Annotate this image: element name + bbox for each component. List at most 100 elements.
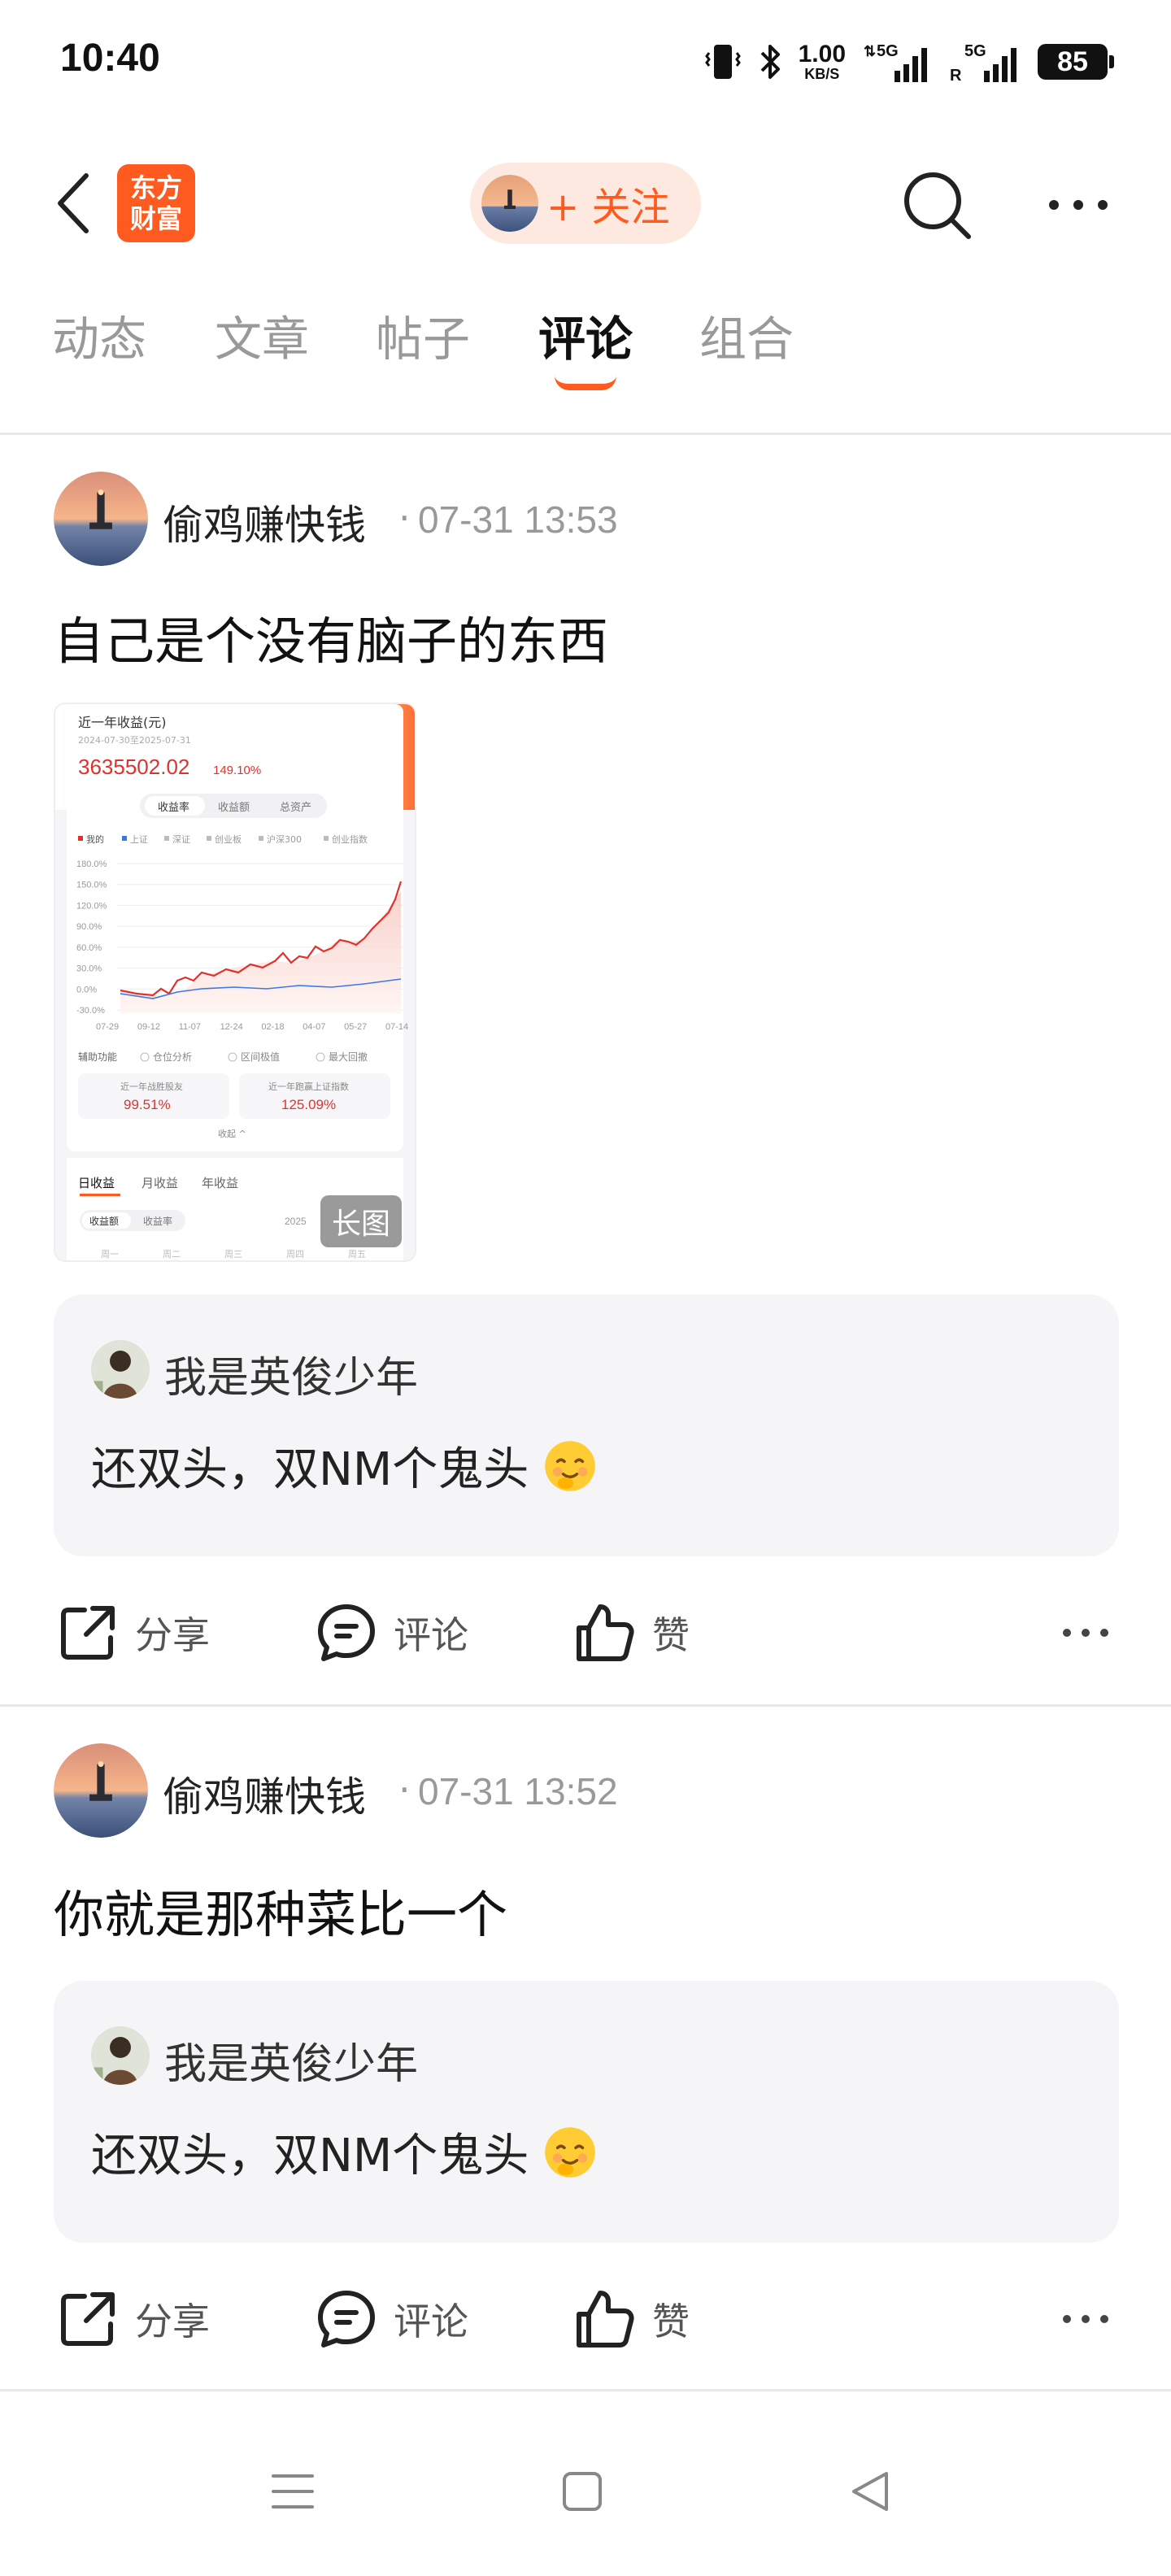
thumb-collapse: 收起 ^: [218, 1128, 246, 1139]
comment-bubble-icon: [318, 1604, 375, 1661]
quoted-user-avatar[interactable]: [91, 2026, 150, 2085]
thumb-y-tick: 180.0%: [76, 859, 107, 869]
tab-comments[interactable]: 评论: [538, 301, 633, 369]
quoted-user-name[interactable]: 我是英俊少年: [164, 2030, 418, 2091]
profit-chart-thumbnail: 近一年收益(元) 2024-07-30至2025-07-31 3635502.0…: [55, 704, 415, 1260]
thumb-y-tick: 30.0%: [76, 964, 102, 974]
thumb-wd-2: 周三: [224, 1249, 242, 1260]
post-actions: 分享 评论 赞: [0, 2278, 1171, 2360]
home-nav-button[interactable]: [533, 2443, 631, 2540]
comment-button[interactable]: 评论: [316, 1592, 468, 1673]
quoted-user-avatar[interactable]: [91, 1340, 150, 1399]
thumbs-up-icon: [577, 2291, 634, 2348]
thumb-aux-1: 区间极值: [241, 1051, 280, 1063]
share-icon: [61, 2292, 115, 2346]
thumb-legend-5: 创业指数: [332, 833, 368, 845]
post-actions: 分享 评论 赞: [0, 1592, 1171, 1673]
thumb-title: 近一年收益(元): [78, 715, 167, 730]
thumb-stat2-value: 125.09%: [281, 1097, 336, 1112]
thumb-y-tick: 120.0%: [76, 901, 107, 911]
quoted-comment[interactable]: 我是英俊少年 还双头，双NM个鬼头: [54, 1295, 1119, 1556]
bluetooth-icon: [760, 45, 780, 79]
square-home-icon: [563, 2472, 602, 2511]
tab-articles[interactable]: 文章: [215, 301, 309, 369]
status-icons: 1.00 KB/S ⇅ 5G R 5G 85: [704, 37, 1114, 86]
thumb-legend-2: 深证: [172, 834, 190, 845]
thumb-btab-2: 年收益: [202, 1176, 238, 1190]
thumb-stat1-value: 99.51%: [124, 1097, 171, 1112]
back-nav-button[interactable]: [821, 2443, 919, 2540]
like-button[interactable]: 赞: [574, 2278, 690, 2360]
tab-dynamics[interactable]: 动态: [52, 301, 146, 369]
search-icon: [904, 172, 971, 239]
post-time: 07-31 13:52: [418, 1770, 618, 1812]
comment-post: 偷鸡赚快钱 · 07-31 13:52 你就是那种菜比一个 我是英俊少年 还双头…: [0, 1743, 1171, 2394]
more-options-button[interactable]: [1039, 166, 1117, 244]
user-avatar: [481, 175, 538, 232]
thumb-x-tick: 09-12: [137, 1022, 160, 1032]
signal-5g-r-icon: R 5G: [950, 42, 1016, 84]
more-horizontal-icon: [1063, 2315, 1108, 2323]
author-avatar[interactable]: [54, 1743, 148, 1838]
thumb-stat2-label: 近一年跑赢上证指数: [268, 1081, 349, 1092]
thumb-seg-1: 收益额: [218, 802, 250, 814]
profile-tabs: 动态 文章 帖子 评论 组合: [0, 301, 1171, 398]
thumb-date-range: 2024-07-30至2025-07-31: [78, 735, 191, 746]
thumb-btab-1: 月收益: [141, 1176, 178, 1190]
quoted-text: 还双头，双NM个鬼头: [91, 2119, 599, 2185]
separator: ·: [398, 496, 411, 540]
back-button[interactable]: [49, 171, 98, 236]
like-button[interactable]: 赞: [574, 1592, 690, 1673]
comment-button[interactable]: 评论: [316, 2278, 468, 2360]
post-divider: [0, 2389, 1171, 2391]
thumb-bseg-1: 收益率: [143, 1215, 172, 1227]
svg-text:R: R: [950, 67, 962, 84]
thumb-y-tick: 60.0%: [76, 943, 102, 953]
share-button[interactable]: 分享: [57, 1592, 210, 1673]
top-header: 东方 财富 + 关注: [0, 154, 1171, 252]
system-nav-bar: [0, 2407, 1171, 2576]
post-more-button[interactable]: [1049, 1592, 1122, 1673]
app-logo[interactable]: 东方 财富: [117, 164, 195, 242]
tabs-divider: [0, 433, 1171, 435]
tab-portfolio[interactable]: 组合: [699, 301, 794, 369]
quoted-user-name[interactable]: 我是英俊少年: [164, 1343, 418, 1404]
thumb-x-tick: 07-29: [96, 1022, 119, 1032]
comment-text[interactable]: 自己是个没有脑子的东西: [54, 600, 608, 673]
menu-nav-button[interactable]: [244, 2443, 342, 2540]
share-button[interactable]: 分享: [57, 2278, 210, 2360]
thumb-y-tick: -30.0%: [76, 1006, 105, 1016]
svg-text:⇅: ⇅: [864, 43, 876, 59]
author-name[interactable]: 偷鸡赚快钱: [163, 1764, 366, 1823]
thumb-seg-2: 总资产: [280, 802, 311, 814]
author-name[interactable]: 偷鸡赚快钱: [163, 493, 366, 551]
long-image-badge: 长图: [320, 1195, 402, 1247]
thumb-total: 3635502.02: [78, 755, 189, 779]
triangle-back-icon: [852, 2472, 888, 2511]
author-avatar[interactable]: [54, 472, 148, 566]
thumb-y-tick: 150.0%: [76, 881, 107, 890]
thumb-pct: 149.10%: [213, 764, 261, 777]
follow-button[interactable]: + 关注: [470, 163, 701, 244]
search-button[interactable]: [898, 166, 976, 244]
thumb-legend-0: 我的: [86, 833, 104, 845]
thumbs-up-icon: [577, 1604, 634, 1661]
thumb-legend-3: 创业板: [215, 833, 242, 845]
thumb-x-tick: 12-24: [220, 1022, 243, 1032]
shy-smile-emoji-icon: [545, 2126, 596, 2178]
chart-screenshot-image[interactable]: 近一年收益(元) 2024-07-30至2025-07-31 3635502.0…: [54, 703, 416, 1262]
post-more-button[interactable]: [1049, 2278, 1122, 2360]
thumb-x-tick: 04-07: [303, 1022, 325, 1032]
quoted-comment[interactable]: 我是英俊少年 还双头，双NM个鬼头: [54, 1981, 1119, 2243]
thumb-stat1-label: 近一年战胜股友: [120, 1081, 183, 1092]
tab-posts[interactable]: 帖子: [376, 301, 470, 369]
thumb-y-tick: 0.0%: [76, 985, 97, 994]
thumb-legend-4: 沪深300: [267, 833, 302, 845]
share-icon: [61, 1606, 115, 1660]
shy-smile-emoji-icon: [545, 1440, 596, 1491]
net-speed: 1.00 KB/S: [798, 41, 846, 82]
battery-indicator: 85: [1038, 44, 1114, 80]
thumb-btab-0: 日收益: [78, 1176, 115, 1190]
comment-text[interactable]: 你就是那种菜比一个: [54, 1873, 507, 1947]
thumb-wd-3: 周四: [286, 1249, 304, 1260]
